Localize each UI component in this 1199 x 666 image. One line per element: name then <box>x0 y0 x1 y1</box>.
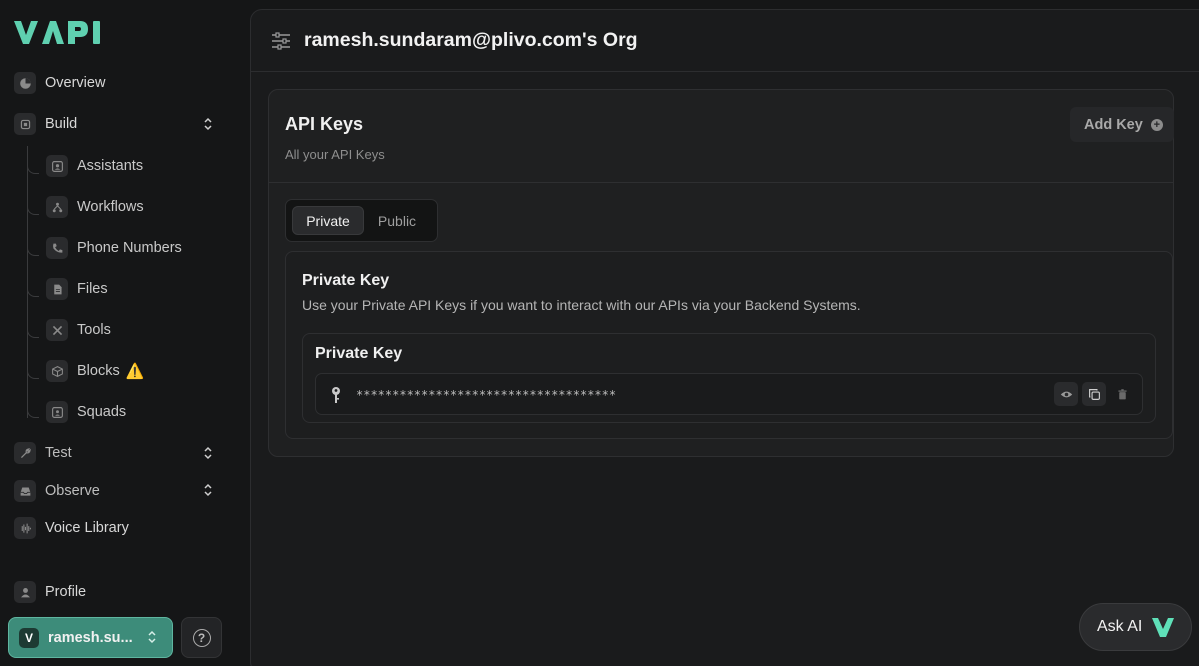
delete-key-button[interactable] <box>1110 382 1134 406</box>
nav-profile[interactable]: Profile <box>14 578 86 606</box>
cube-icon <box>46 360 68 382</box>
reveal-key-button[interactable] <box>1054 382 1078 406</box>
org-name: ramesh.su... <box>48 629 133 646</box>
main-panel: ramesh.sundaram@plivo.com's Org API Keys… <box>250 9 1199 666</box>
inbox-icon <box>14 480 36 502</box>
sliders-icon[interactable] <box>270 30 292 52</box>
private-key-description: Use your Private API Keys if you want to… <box>302 297 861 313</box>
phone-icon <box>46 237 68 259</box>
private-key-heading: Private Key <box>302 272 390 289</box>
api-keys-card: API Keys All your API Keys Add Key + Pri… <box>268 89 1174 457</box>
chip-icon <box>14 113 36 135</box>
ask-ai-button[interactable]: Ask AI <box>1079 603 1192 651</box>
nav-voice-library[interactable]: Voice Library <box>14 514 129 542</box>
sidebar-item-tools[interactable]: Tools <box>46 316 111 344</box>
sidebar-item-label: Phone Numbers <box>77 240 182 256</box>
wrench-icon <box>14 442 36 464</box>
nav-test-label: Test <box>45 445 72 461</box>
nav-test[interactable]: Test <box>14 439 72 467</box>
pie-chart-icon <box>14 72 36 94</box>
assistant-icon <box>46 155 68 177</box>
sidebar-item-phone-numbers[interactable]: Phone Numbers <box>46 234 182 262</box>
org-avatar: V <box>19 627 39 648</box>
add-key-label: Add Key <box>1084 116 1143 133</box>
build-chevron-icon[interactable] <box>200 116 216 132</box>
nav-observe[interactable]: Observe <box>14 477 100 505</box>
sidebar-item-label: Blocks <box>77 363 120 379</box>
sidebar-item-assistants[interactable]: Assistants <box>46 152 143 180</box>
sidebar-item-workflows[interactable]: Workflows <box>46 193 144 221</box>
copy-icon <box>1088 388 1100 400</box>
copy-key-button[interactable] <box>1082 382 1106 406</box>
top-bar: ramesh.sundaram@plivo.com's Org <box>251 10 1199 72</box>
org-switcher-button[interactable]: V ramesh.su... <box>8 617 173 658</box>
nav-profile-label: Profile <box>45 584 87 600</box>
ask-ai-label: Ask AI <box>1097 618 1143 635</box>
help-button[interactable]: ? <box>181 617 222 658</box>
user-icon <box>14 581 36 603</box>
observe-chevron-icon[interactable] <box>200 482 216 498</box>
waveform-icon <box>14 517 36 539</box>
sidebar-item-label: Assistants <box>77 158 144 174</box>
nav-voice-library-label: Voice Library <box>45 520 129 536</box>
add-key-button[interactable]: Add Key + <box>1070 107 1174 142</box>
api-keys-title: API Keys <box>285 114 364 134</box>
page-title: ramesh.sundaram@plivo.com's Org <box>304 29 638 51</box>
sidebar-item-label: Workflows <box>77 199 144 215</box>
sidebar: Overview Build Assistants Workflows Phon… <box>0 0 250 666</box>
nav-observe-label: Observe <box>45 483 100 499</box>
private-key-panel: Private Key Use your Private API Keys if… <box>285 251 1173 439</box>
test-chevron-icon[interactable] <box>200 445 216 461</box>
vapi-v-icon <box>1152 618 1175 637</box>
masked-key-value: ************************************ <box>356 388 617 402</box>
tab-public[interactable]: Public <box>366 206 428 235</box>
api-keys-header: API Keys All your API Keys Add Key + <box>269 90 1174 183</box>
nav-overview-label: Overview <box>45 75 106 91</box>
workflow-icon <box>46 196 68 218</box>
trash-icon <box>1117 388 1127 399</box>
file-icon <box>46 278 68 300</box>
sidebar-item-label: Squads <box>77 404 127 420</box>
sidebar-item-blocks[interactable]: Blocks ⚠️ <box>46 357 144 385</box>
tree-line <box>27 146 28 418</box>
sidebar-item-label: Tools <box>77 322 111 338</box>
private-key-box: Private Key ****************************… <box>302 333 1156 423</box>
warning-icon: ⚠️ <box>125 363 145 380</box>
private-key-field[interactable]: ************************************ <box>315 373 1143 415</box>
key-icon <box>332 387 340 403</box>
api-keys-subtitle: All your API Keys <box>285 147 385 162</box>
nav-overview[interactable]: Overview <box>14 69 105 97</box>
key-box-title: Private Key <box>315 345 403 362</box>
key-type-tabs: Private Public <box>285 199 438 242</box>
tab-private[interactable]: Private <box>292 206 364 235</box>
squad-icon <box>46 401 68 423</box>
nav-build-label: Build <box>45 116 78 132</box>
sidebar-item-squads[interactable]: Squads <box>46 398 126 426</box>
question-icon: ? <box>192 628 211 647</box>
vapi-logo-mark <box>14 21 100 44</box>
plus-circle-icon: + <box>1150 118 1163 131</box>
sidebar-item-files[interactable]: Files <box>46 275 108 303</box>
vapi-logo[interactable] <box>14 18 104 46</box>
sidebar-item-label: Files <box>77 281 108 297</box>
chevron-updown-icon <box>146 630 158 649</box>
nav-build[interactable]: Build <box>14 110 77 138</box>
eye-icon <box>1060 391 1072 397</box>
tools-icon <box>46 319 68 341</box>
